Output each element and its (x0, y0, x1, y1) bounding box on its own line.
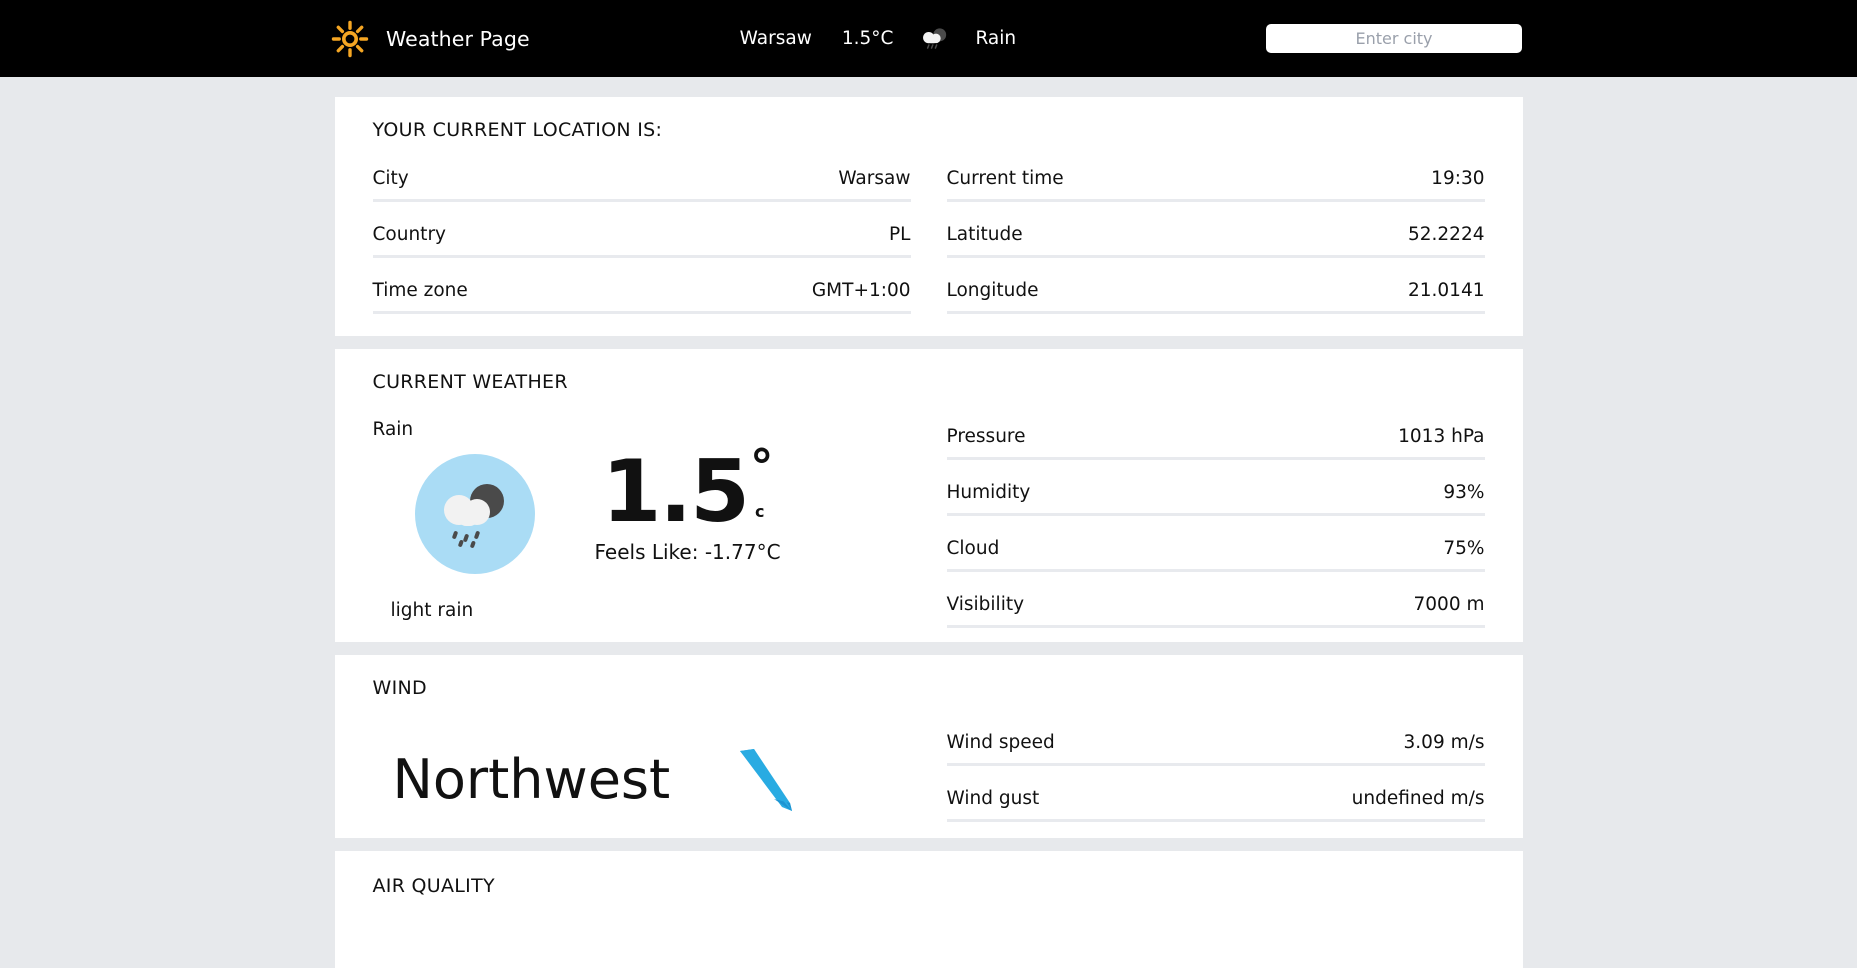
row-label: Longitude (946, 279, 1039, 301)
navbar-condition: Rain (975, 28, 1017, 49)
row-value: 75% (1443, 537, 1485, 559)
row-label: Pressure (946, 425, 1026, 447)
rain-cloud-icon (414, 453, 535, 574)
wind-card-title: WIND (372, 676, 427, 699)
current-weather-left-column: Rain 1.5 ° c Feels Like: -1.77°C light r… (355, 419, 929, 628)
row-label: Wind gust (946, 787, 1040, 809)
current-weather-stats: Pressure 1013 hPa Humidity 93% Cloud 75%… (929, 419, 1503, 628)
row-value: GMT+1:00 (811, 279, 911, 301)
current-weather-title: CURRENT WEATHER (372, 370, 568, 393)
current-weather-body: Rain 1.5 ° c Feels Like: -1.77°C light r… (355, 419, 1503, 628)
row-label: City (372, 168, 409, 189)
row-value: 93% (1443, 481, 1485, 503)
arrow-down-right-icon (734, 747, 796, 813)
row-value: PL (889, 223, 911, 245)
row-country: Country PL (372, 217, 911, 258)
row-pressure: Pressure 1013 hPa (946, 419, 1485, 460)
row-time-zone: Time zone GMT+1:00 (372, 273, 911, 314)
brand[interactable]: Weather Page (330, 19, 530, 59)
weather-description: light rain (390, 599, 474, 621)
row-latitude: Latitude 52.2224 (946, 217, 1485, 258)
air-quality-title: AIR QUALITY (372, 874, 495, 897)
row-value: 21.0141 (1407, 279, 1485, 301)
row-value: Warsaw (838, 168, 911, 189)
row-wind-gust: Wind gust undefined m/s (946, 781, 1485, 822)
feels-like-text: Feels Like: -1.77°C (594, 539, 781, 564)
row-label: Current time (946, 168, 1064, 189)
row-label: Humidity (946, 481, 1031, 503)
row-value: 7000 m (1413, 593, 1485, 615)
row-value: 52.2224 (1407, 223, 1485, 245)
temperature-value: 1.5 (601, 441, 750, 542)
current-weather-main: 1.5 ° c Feels Like: -1.77°C (373, 439, 929, 574)
row-label: Time zone (372, 279, 468, 301)
temperature-block: 1.5 ° c Feels Like: -1.77°C (594, 439, 781, 564)
row-label: Latitude (946, 223, 1023, 245)
search-input[interactable] (1266, 24, 1522, 53)
row-city: City Warsaw (372, 161, 911, 202)
row-humidity: Humidity 93% (946, 475, 1485, 516)
location-card: YOUR CURRENT LOCATION IS: City Warsaw Co… (334, 97, 1523, 336)
row-value: undefined m/s (1351, 787, 1485, 809)
row-current-time: Current time 19:30 (946, 161, 1485, 202)
top-navbar: Weather Page Warsaw 1.5°C Rain (0, 0, 1857, 77)
wind-stats: Wind speed 3.09 m/s Wind gust undefined … (929, 725, 1503, 822)
wind-card-body: Northwest Wind speed 3.09 m/s Wind gust (355, 725, 1503, 822)
brand-title: Weather Page (386, 26, 530, 51)
row-cloud: Cloud 75% (946, 531, 1485, 572)
row-longitude: Longitude 21.0141 (946, 273, 1485, 314)
current-weather-card: CURRENT WEATHER Rain 1.5 ° c Feels Like:… (334, 348, 1523, 642)
row-label: Wind speed (946, 731, 1055, 753)
air-quality-card: AIR QUALITY (334, 850, 1523, 968)
wind-direction-label: Northwest (392, 748, 671, 812)
current-weather-condition: Rain (372, 418, 414, 440)
location-card-title: YOUR CURRENT LOCATION IS: (372, 119, 663, 141)
unit-letter: c (754, 502, 765, 522)
navbar-current-weather: Warsaw 1.5°C Rain (740, 26, 1016, 52)
navbar-temperature: 1.5°C (841, 28, 894, 49)
row-visibility: Visibility 7000 m (946, 587, 1485, 628)
row-label: Cloud (946, 537, 1000, 559)
location-card-body: City Warsaw Country PL Time zone GMT+1:0… (355, 161, 1503, 314)
temperature-unit: ° c (749, 439, 774, 522)
row-value: 19:30 (1431, 168, 1485, 189)
rain-cloud-icon (919, 26, 949, 52)
row-value: 1013 hPa (1398, 425, 1485, 447)
page-content: YOUR CURRENT LOCATION IS: City Warsaw Co… (0, 77, 1857, 968)
search-container (1266, 24, 1522, 53)
sun-icon (330, 19, 370, 59)
wind-card: WIND Northwest Wind speed 3.09 m/s Wind … (334, 654, 1523, 838)
navbar-city: Warsaw (739, 28, 812, 49)
wind-direction-block: Northwest (355, 725, 929, 822)
location-right-column: Current time 19:30 Latitude 52.2224 Long… (929, 161, 1503, 314)
temperature-line: 1.5 ° c (601, 439, 774, 542)
row-value: 3.09 m/s (1403, 731, 1485, 753)
row-wind-speed: Wind speed 3.09 m/s (946, 725, 1485, 766)
row-label: Country (372, 223, 447, 245)
degree-symbol: ° (749, 439, 774, 495)
location-left-column: City Warsaw Country PL Time zone GMT+1:0… (355, 161, 929, 314)
row-label: Visibility (946, 593, 1025, 615)
